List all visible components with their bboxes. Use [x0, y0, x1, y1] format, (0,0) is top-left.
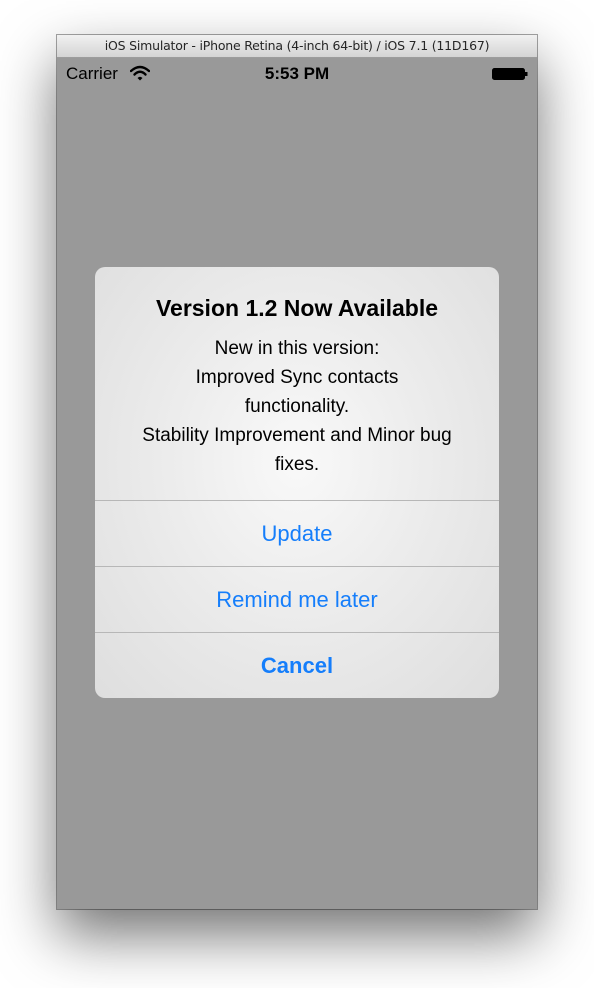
alert-message-line: fixes. [274, 454, 320, 475]
window-title: iOS Simulator - iPhone Retina (4-inch 64… [57, 35, 537, 58]
alert-message-line: functionality. [244, 396, 350, 417]
alert-title: Version 1.2 Now Available [155, 295, 439, 321]
alert-message-line: Stability Improvement and Minor bug [142, 425, 452, 446]
alert-message: New in this version: Improved Sync conta… [105, 334, 489, 479]
remind-me-later-button[interactable]: Remind me later [95, 566, 499, 632]
update-alert-dialog: Version 1.2 Now Available New in this ve… [95, 267, 499, 698]
update-button[interactable]: Update [95, 500, 499, 566]
alert-message-line: New in this version: [214, 338, 380, 359]
battery-icon [492, 68, 528, 80]
alert-message-line: Improved Sync contacts [195, 367, 399, 388]
cancel-button[interactable]: Cancel [95, 632, 499, 698]
status-bar: Carrier 5:53 PM [57, 58, 537, 88]
simulator-window: iOS Simulator - iPhone Retina (4-inch 64… [57, 35, 537, 909]
status-time: 5:53 PM [264, 64, 330, 83]
